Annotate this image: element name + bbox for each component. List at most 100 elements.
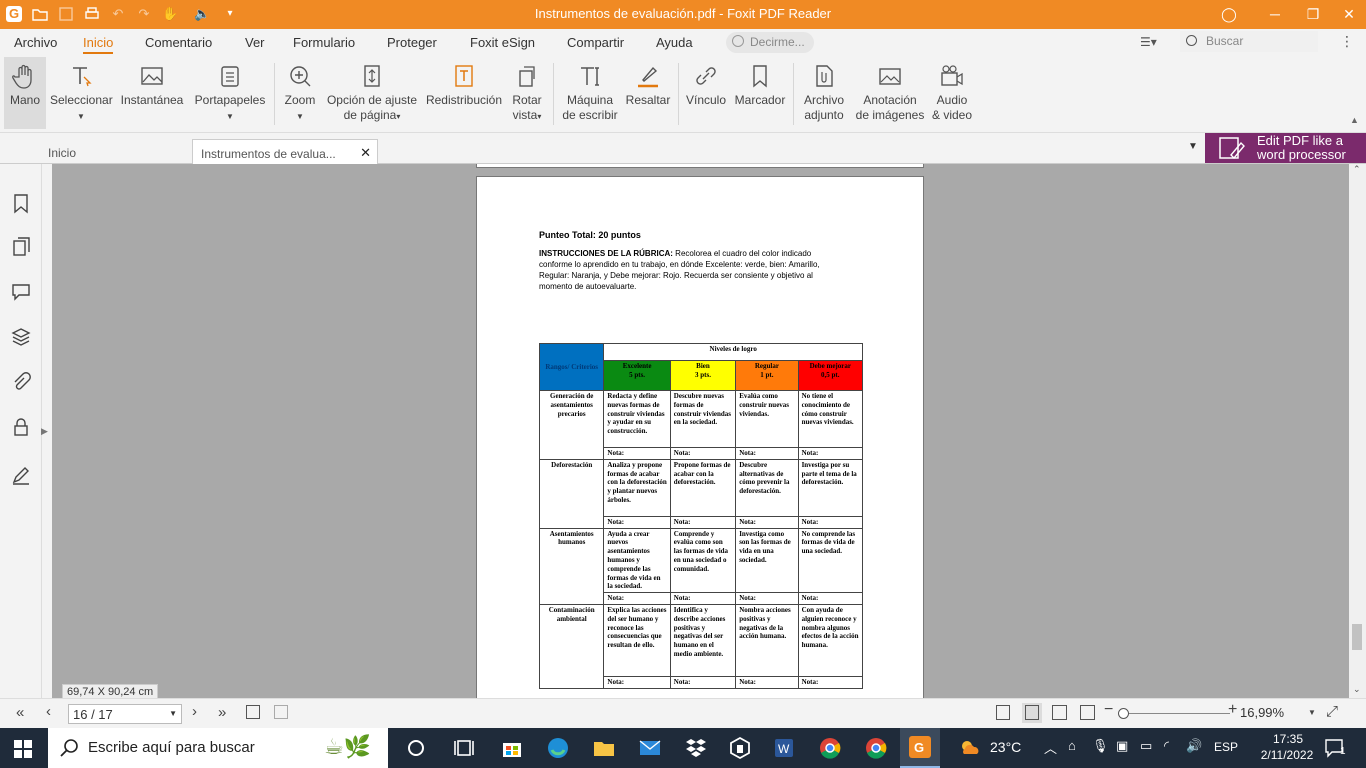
file-attachment-button[interactable]: Archivo adjunto [798,57,850,129]
zoom-in-icon[interactable]: + [1228,701,1237,719]
show-hidden-icons[interactable]: ︿ [1044,738,1057,757]
continuous-page-icon[interactable] [1022,703,1042,723]
wifi-icon[interactable]: ◜ [1164,738,1169,754]
fullscreen-icon[interactable]: ⤢ [1326,703,1338,720]
ribbon-options-icon[interactable]: ☰▾ [1140,35,1157,49]
windows-start-icon[interactable] [14,740,32,758]
more-options-icon[interactable]: ⋮ [1340,33,1354,50]
menu-ver[interactable]: Ver [245,35,265,50]
zoom-slider[interactable] [1118,713,1230,714]
menu-inicio[interactable]: Inicio [83,35,114,54]
attachments-panel-icon[interactable] [10,372,32,394]
security-lock-icon[interactable] [10,416,32,438]
clock-date[interactable]: 2/11/2022 [1256,748,1318,762]
volume-icon[interactable]: 🔊 [1186,738,1202,754]
vertical-scrollbar[interactable]: ⌃ ⌄ [1349,164,1366,698]
doc-instructions: INSTRUCCIONES DE LA RÚBRICA: Recolorea e… [539,248,869,292]
page-dropdown-icon[interactable]: ▼ [169,709,177,718]
expand-panel-icon[interactable]: ▶ [41,426,48,437]
close-tab-icon[interactable]: ✕ [360,145,371,161]
search-input[interactable]: Buscar [1180,31,1318,52]
tab-document[interactable]: Instrumentos de evalua... ✕ [192,139,378,164]
bookmark-button[interactable]: Marcador [732,57,788,129]
comments-panel-icon[interactable] [10,280,32,302]
previous-view-icon[interactable] [246,705,260,719]
task-view-icon[interactable] [452,736,476,760]
cortana-icon[interactable] [404,736,428,760]
scroll-down-icon[interactable]: ⌄ [1353,684,1361,695]
temperature[interactable]: 23°C [990,739,1021,755]
layers-panel-icon[interactable] [10,326,32,348]
input-language[interactable]: ESP [1214,740,1238,754]
microphone-icon[interactable]: 🎙 [1092,738,1109,754]
rubric-cell: Comprende y evalúa como son las formas d… [669,527,737,594]
clipboard-button[interactable]: Portapapeles ▼ [192,57,268,129]
page-thumbnails-icon[interactable] [10,236,32,258]
tab-inicio[interactable]: Inicio [40,139,190,164]
single-page-icon[interactable] [996,705,1010,720]
camera-tray-icon[interactable]: ⌂ [1068,738,1076,753]
chrome-icon[interactable] [818,736,842,760]
tab-list-dropdown-icon[interactable]: ▼ [1188,141,1198,152]
menu-archivo[interactable]: Archivo [14,35,57,50]
signature-panel-icon[interactable] [10,464,32,486]
bookmarks-panel-icon[interactable] [10,192,32,214]
typewriter-button[interactable]: Máquina de escribir [558,57,622,129]
rotate-view-button[interactable]: Rotar vista▾ [506,57,548,129]
scroll-up-icon[interactable]: ⌃ [1353,164,1361,175]
collapse-ribbon-icon[interactable]: ▲ [1350,115,1359,125]
foxit-taskbar-button[interactable]: G [900,728,940,768]
battery-icon[interactable]: ▭ [1140,738,1152,754]
taskbar-search-box[interactable]: Escribe aquí para buscar ☕🌿 [48,728,388,768]
next-page-icon[interactable]: › [192,703,197,720]
word-icon[interactable]: W [772,736,796,760]
account-icon[interactable]: ◯ [1218,4,1240,24]
zoom-slider-handle[interactable] [1118,708,1129,719]
menu-formulario[interactable]: Formulario [293,35,355,50]
edge-icon[interactable] [546,736,570,760]
display-icon[interactable]: ▣ [1116,738,1128,754]
first-page-icon[interactable]: « [16,704,24,721]
nota-cell: Nota: [797,675,864,689]
zoom-out-icon[interactable]: − [1104,701,1113,719]
zoom-dropdown-icon[interactable]: ▼ [1308,708,1316,717]
dropbox-icon[interactable] [684,736,708,760]
highlight-button[interactable]: Resaltar [624,57,672,129]
link-button[interactable]: Vínculo [684,57,728,129]
file-explorer-icon[interactable] [592,736,616,760]
weather-icon[interactable] [958,736,982,760]
menu-proteger[interactable]: Proteger [387,35,437,50]
close-button[interactable]: ✕ [1338,4,1360,24]
hand-tool-button[interactable]: Mano [4,57,46,129]
menu-ayuda[interactable]: Ayuda [656,35,693,50]
audio-video-button[interactable]: Audio & video [930,57,974,129]
scrollbar-thumb[interactable] [1352,624,1362,650]
image-annotation-button[interactable]: Anotación de imágenes [854,57,926,129]
page-number-input[interactable]: 16 / 17 ▼ [68,704,182,724]
zoom-level[interactable]: 16,99% [1240,705,1284,720]
document-viewer[interactable]: Punteo Total: 20 puntos INSTRUCCIONES DE… [52,164,1349,698]
facing-pages-icon[interactable] [1052,705,1067,720]
tell-me-box[interactable]: Decirme... [726,32,814,53]
mail-icon[interactable] [638,736,662,760]
select-tool-button[interactable]: Seleccionar ▼ [50,57,113,129]
last-page-icon[interactable]: » [218,704,226,721]
menu-foxit-esign[interactable]: Foxit eSign [470,35,535,50]
menu-comentario[interactable]: Comentario [145,35,212,50]
page-fit-button[interactable]: Opción de ajuste de página▾ [322,57,422,129]
edit-pdf-promo-banner[interactable]: Edit PDF like a word processor [1205,133,1366,163]
store-icon[interactable] [500,736,524,760]
continuous-facing-icon[interactable] [1080,705,1095,720]
menu-compartir[interactable]: Compartir [567,35,624,50]
reflow-button[interactable]: Redistribución [424,57,504,129]
app-icon[interactable] [728,736,752,760]
clock-time[interactable]: 17:35 [1264,732,1312,746]
restore-button[interactable]: ❐ [1302,4,1324,24]
snapshot-button[interactable]: Instantánea [118,57,186,129]
next-view-icon[interactable] [274,705,288,719]
previous-page-icon[interactable]: ‹ [46,703,51,720]
svg-text:W: W [778,742,790,756]
zoom-button[interactable]: Zoom ▼ [280,57,320,129]
minimize-button[interactable]: ─ [1264,4,1286,24]
chrome-profile-icon[interactable] [864,736,888,760]
